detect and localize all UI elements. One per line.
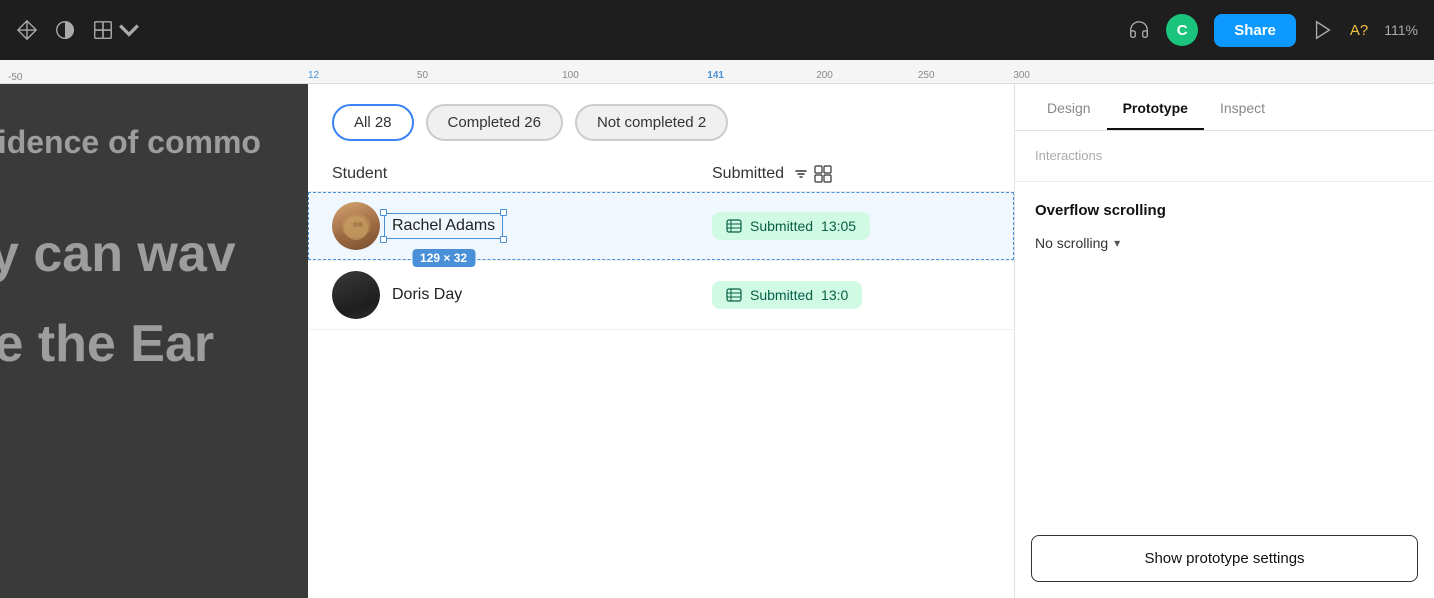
submitted-icon xyxy=(726,287,742,303)
table-row[interactable]: Rachel Adams 129 × 32 xyxy=(308,192,1014,261)
ruler: -50 12 50 100 141 200 250 300 xyxy=(0,60,1434,84)
main-layout: vidence of commo y can wav le the Ear Al… xyxy=(0,84,1434,598)
headphone-icon[interactable] xyxy=(1128,19,1150,41)
ruler-tick-300: 300 xyxy=(1013,70,1030,83)
overflow-dropdown[interactable]: No scrolling ▾ xyxy=(1035,235,1120,251)
submitted-badge: Submitted 13:0 xyxy=(712,281,862,309)
play-icon[interactable] xyxy=(1312,19,1334,41)
handle-br[interactable] xyxy=(500,236,507,243)
font-label: A? xyxy=(1350,22,1368,39)
student-name-doris: Doris Day xyxy=(392,286,462,304)
ruler-tick-200: 200 xyxy=(816,70,833,83)
col-header-submitted: Submitted xyxy=(712,165,990,183)
filter-not-completed[interactable]: Not completed 2 xyxy=(575,104,728,141)
filter-completed[interactable]: Completed 26 xyxy=(426,104,563,141)
table-area: Student Submitted xyxy=(308,157,1014,598)
layers-icon[interactable] xyxy=(92,19,140,41)
interactions-section: Interactions xyxy=(1015,131,1434,182)
overflow-value: No scrolling xyxy=(1035,235,1108,251)
half-circle-icon[interactable] xyxy=(54,19,76,41)
tab-inspect[interactable]: Inspect xyxy=(1204,84,1281,130)
handle-bl[interactable] xyxy=(380,236,387,243)
zoom-level: 111% xyxy=(1384,22,1418,38)
panel-tabs: Design Prototype Inspect xyxy=(1015,84,1434,131)
user-avatar[interactable]: C xyxy=(1166,14,1198,46)
ruler-left: -50 xyxy=(0,72,308,83)
overflow-title: Overflow scrolling xyxy=(1035,202,1414,219)
right-panel: Design Prototype Inspect Interactions Ov… xyxy=(1014,84,1434,598)
chevron-down-icon: ▾ xyxy=(1114,236,1120,250)
handle-tr[interactable] xyxy=(500,209,507,216)
student-cell: Doris Day xyxy=(332,271,712,319)
col-header-student: Student xyxy=(332,165,712,183)
table-header: Student Submitted xyxy=(308,157,1014,192)
ruler-tick-50: 50 xyxy=(417,70,428,83)
filter-all[interactable]: All 28 xyxy=(332,104,414,141)
canvas-text-3: le the Ear xyxy=(0,314,214,374)
submitted-icon xyxy=(726,218,742,234)
tab-design[interactable]: Design xyxy=(1031,84,1107,130)
canvas-text-1: vidence of commo xyxy=(0,124,261,161)
handle-tl[interactable] xyxy=(380,209,387,216)
panel-content: Interactions Overflow scrolling No scrol… xyxy=(1015,131,1434,598)
submitted-badge: Submitted 13:05 xyxy=(712,212,870,240)
canvas-text-2: y can wav xyxy=(0,224,236,284)
filter-bar: All 28 Completed 26 Not completed 2 xyxy=(308,84,1014,157)
submitted-cell-rachel: Submitted 13:05 xyxy=(712,212,990,240)
toolbar: C Share A? 111% xyxy=(0,0,1434,60)
student-avatar-rachel xyxy=(332,202,380,250)
prototype-settings-button[interactable]: Show prototype settings xyxy=(1031,535,1418,582)
toolbar-right: C Share A? 111% xyxy=(1128,14,1418,47)
student-avatar-doris xyxy=(332,271,380,319)
ruler-tick-141: 141 xyxy=(707,70,724,83)
ruler-tick-12: 12 xyxy=(308,70,319,83)
sort-icon xyxy=(794,167,808,181)
overflow-section: Overflow scrolling No scrolling ▾ xyxy=(1015,182,1434,535)
canvas-area: vidence of commo y can wav le the Ear xyxy=(0,84,308,598)
interactions-label: Interactions xyxy=(1035,148,1102,163)
content-area: All 28 Completed 26 Not completed 2 Stud… xyxy=(308,84,1014,598)
share-button[interactable]: Share xyxy=(1214,14,1296,47)
ruler-tick: -50 xyxy=(8,72,22,83)
selection-box: Rachel Adams 129 × 32 xyxy=(392,217,495,235)
toolbar-left xyxy=(16,19,1112,41)
ruler-tick-250: 250 xyxy=(918,70,935,83)
table-row[interactable]: Doris Day Submitted 13:0 xyxy=(308,261,1014,330)
table-view-icon xyxy=(814,165,832,183)
ruler-tick-100: 100 xyxy=(562,70,579,83)
student-cell: Rachel Adams 129 × 32 xyxy=(332,202,712,250)
student-name-rachel: Rachel Adams 129 × 32 xyxy=(392,217,495,235)
diamond-icon[interactable] xyxy=(16,19,38,41)
tab-prototype[interactable]: Prototype xyxy=(1107,84,1204,130)
submitted-cell-doris: Submitted 13:0 xyxy=(712,281,990,309)
